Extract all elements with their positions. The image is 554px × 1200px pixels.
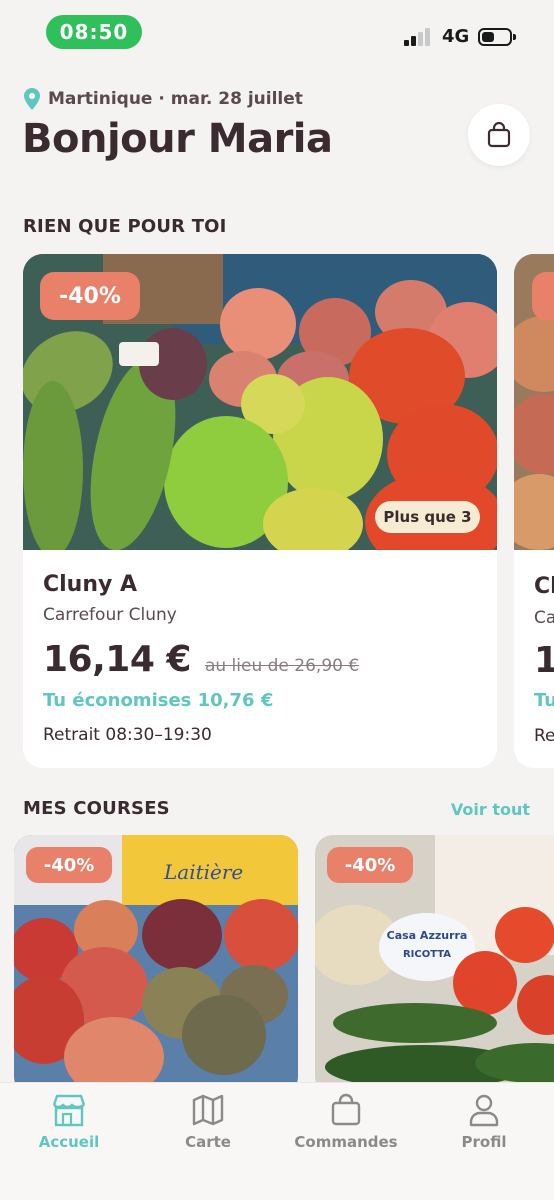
pickup-time: Re (534, 726, 554, 746)
cart-button[interactable] (468, 104, 530, 166)
grocery-card[interactable]: Casa Azzurra RICOTTA -40% (315, 835, 554, 1095)
product-label: RICOTTA (403, 949, 451, 960)
nav-label-profile: Profil (461, 1133, 507, 1151)
next-offer-card[interactable]: Cl Ca 14 Tu Re (514, 254, 554, 768)
nav-tab-home[interactable]: Accueil (14, 1093, 124, 1151)
bottom-navigation: Accueil Carte Commandes Profil (0, 1082, 554, 1200)
nav-tab-orders[interactable]: Commandes (291, 1093, 401, 1151)
stock-badge: Plus que 3 (375, 501, 480, 533)
location-row[interactable]: Martinique · mar. 28 juillet (24, 88, 303, 110)
network-type: 4G (442, 26, 470, 47)
location-date-label: Martinique · mar. 28 juillet (48, 89, 303, 109)
savings-label: Tu économises 10,76 € (43, 690, 274, 711)
see-all-link[interactable]: Voir tout (451, 800, 530, 819)
discount-badge: -40% (327, 847, 413, 883)
section-title-for-you: RIEN QUE POUR TOI (23, 216, 227, 237)
nav-tab-profile[interactable]: Profil (429, 1093, 539, 1151)
shopping-bag-icon (487, 121, 511, 148)
offer-price: 14 (534, 640, 554, 681)
brand-label: Casa Azzurra (387, 929, 468, 942)
status-time: 08:50 (46, 15, 142, 49)
nav-label-home: Accueil (38, 1133, 100, 1151)
brand-label: Laitière (163, 860, 243, 884)
store-name: Ca (534, 608, 554, 628)
store-name: Carrefour Cluny (43, 605, 177, 625)
nav-label-orders: Commandes (294, 1133, 398, 1151)
grocery-card[interactable]: Laitière -40% (14, 835, 298, 1095)
discount-badge: -40% (40, 272, 140, 320)
featured-offer-card[interactable]: -40% Plus que 3 Cluny A Carrefour Cluny … (23, 254, 497, 768)
user-icon (469, 1094, 499, 1127)
discount-badge (532, 272, 554, 320)
section-title-my-groceries: MES COURSES (23, 798, 170, 819)
original-price: au lieu de 26,90 € (204, 656, 360, 676)
map-icon (192, 1094, 224, 1126)
nav-label-map: Carte (185, 1133, 231, 1151)
location-pin-icon (24, 88, 40, 110)
nav-tab-map[interactable]: Carte (153, 1093, 263, 1151)
bag-icon (331, 1093, 361, 1126)
greeting-title: Bonjour Maria (22, 116, 333, 162)
discount-badge: -40% (26, 847, 112, 883)
battery-icon (478, 28, 516, 46)
produce-photo (514, 254, 554, 550)
status-bar: 08:50 4G (0, 0, 554, 64)
pickup-time: Retrait 08:30–19:30 (43, 725, 212, 745)
offer-price: 16,14 € (43, 639, 191, 680)
produce-photo: -40% Plus que 3 (23, 254, 497, 550)
signal-icon (404, 28, 436, 46)
offer-name: Cluny A (43, 572, 138, 597)
savings-label: Tu (534, 690, 554, 711)
store-icon (52, 1094, 86, 1127)
offer-name: Cl (534, 574, 554, 599)
